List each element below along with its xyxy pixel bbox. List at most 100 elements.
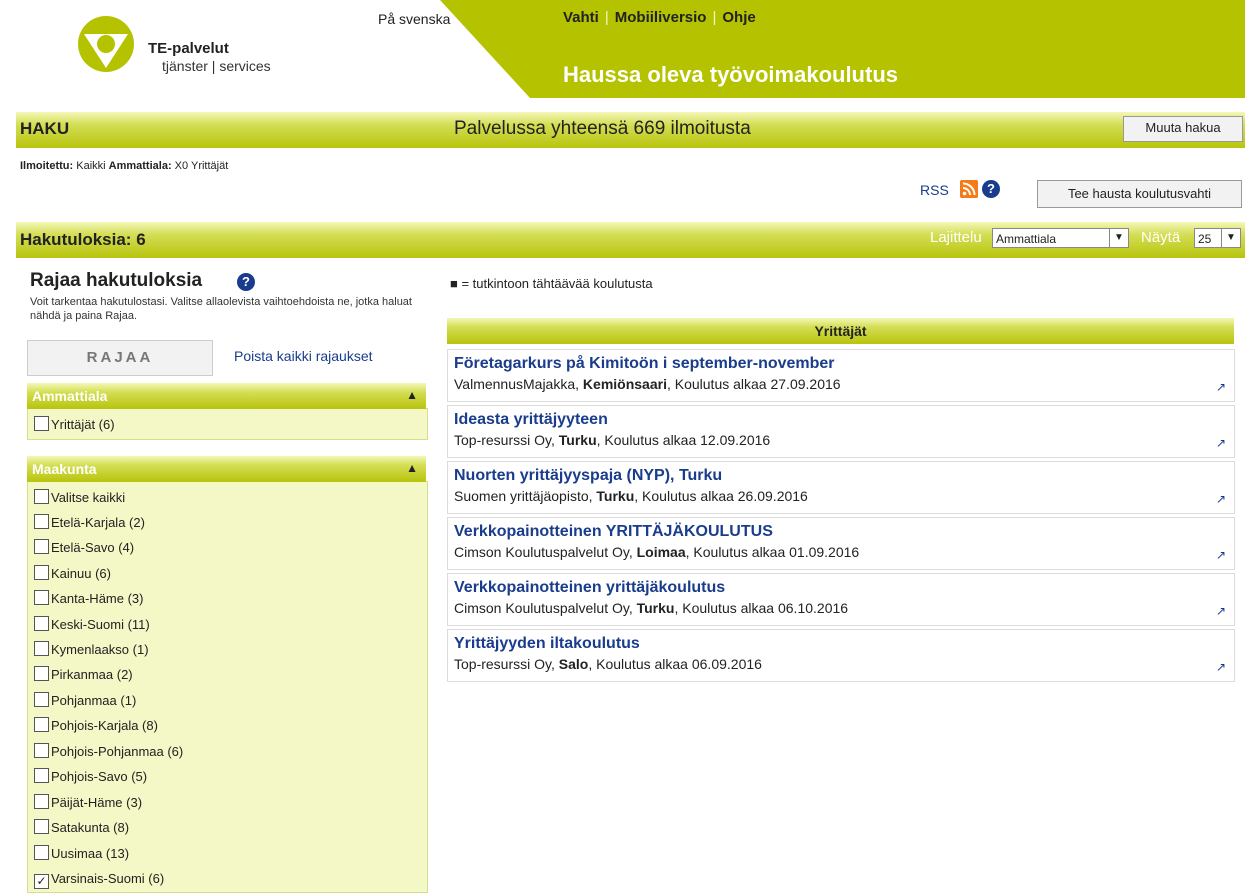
filter-option[interactable]: Valitse kaikki (34, 489, 125, 507)
checkbox[interactable] (34, 590, 49, 605)
result-title[interactable]: Företagarkurs på Kimitoön i september-no… (454, 355, 835, 373)
external-link-icon[interactable]: ↗ (1216, 492, 1226, 506)
sort-label: Lajittelu (930, 229, 982, 246)
filter-option[interactable]: Päijät-Häme (3) (34, 794, 142, 812)
result-start-date: , Koulutus alkaa 06.09.2016 (588, 656, 762, 672)
checkbox[interactable] (34, 819, 49, 834)
checkbox[interactable] (34, 666, 49, 681)
criteria-value-field: X0 Yrittäjät (174, 160, 229, 172)
clear-filters-link[interactable]: Poista kaikki rajaukset (234, 348, 373, 364)
result-item[interactable]: Verkkopainotteinen YRITTÄJÄKOULUTUS Cims… (447, 517, 1235, 570)
filter-option-label: Varsinais-Suomi (6) (51, 871, 165, 886)
filter-option[interactable]: Satakunta (8) (34, 819, 129, 837)
result-provider: ValmennusMajakka, (454, 376, 583, 392)
sort-select[interactable]: Ammattiala ▼ (992, 228, 1129, 248)
filter-option[interactable]: Pohjois-Savo (5) (34, 768, 147, 786)
checkbox[interactable] (34, 743, 49, 758)
external-link-icon[interactable]: ↗ (1216, 660, 1226, 674)
collapse-icon[interactable]: ▲ (406, 388, 418, 402)
external-link-icon[interactable]: ↗ (1216, 604, 1226, 618)
external-link-icon[interactable]: ↗ (1216, 548, 1226, 562)
filter-option[interactable]: Kainuu (6) (34, 565, 111, 583)
top-link-vahti[interactable]: Vahti (563, 9, 599, 26)
page-size-select[interactable]: 25 ▼ (1194, 228, 1241, 248)
filter-option[interactable]: Pirkanmaa (2) (34, 666, 133, 684)
filter-option[interactable]: Pohjois-Pohjanmaa (6) (34, 743, 183, 761)
checkbox[interactable] (34, 692, 49, 707)
apply-filter-button[interactable]: RAJAA (27, 340, 213, 376)
create-alert-button[interactable]: Tee hausta koulutusvahti (1037, 180, 1242, 208)
checkbox[interactable] (34, 489, 49, 504)
top-link-ohje[interactable]: Ohje (722, 9, 755, 26)
te-palvelut-logo-icon[interactable] (76, 14, 136, 74)
checkbox[interactable] (34, 616, 49, 631)
result-location: Kemiönsaari (582, 376, 667, 392)
page-size-label: Näytä (1141, 229, 1181, 246)
checkbox[interactable] (34, 416, 49, 431)
modify-search-button[interactable]: Muuta hakua (1123, 116, 1243, 142)
listing-count: Palvelussa yhteensä 669 ilmoitusta (454, 118, 751, 139)
language-link[interactable]: På svenska (378, 11, 450, 27)
result-item[interactable]: Företagarkurs på Kimitoön i september-no… (447, 349, 1235, 402)
filter-option-label: Kainuu (6) (51, 566, 111, 581)
result-title[interactable]: Nuorten yrittäjyyspaja (NYP), Turku (454, 467, 722, 485)
site-tagline: Haussa oleva työvoimakoulutus (563, 62, 898, 87)
result-title[interactable]: Verkkopainotteinen yrittäjäkoulutus (454, 579, 725, 597)
filter-option[interactable]: Yrittäjät (6) (34, 416, 115, 434)
result-item[interactable]: Yrittäjyyden iltakoulutus Top-resurssi O… (447, 629, 1235, 682)
result-location: Turku (596, 488, 635, 504)
external-link-icon[interactable]: ↗ (1216, 436, 1226, 450)
filter-help-icon[interactable]: ? (237, 273, 255, 291)
result-details: Cimson Koulutuspalvelut Oy, Turku, Koulu… (454, 600, 848, 616)
checkbox[interactable] (34, 565, 49, 580)
filter-option[interactable]: Etelä-Savo (4) (34, 539, 134, 557)
filter-title: Rajaa hakutuloksia (30, 270, 203, 291)
search-title: HAKU (20, 119, 70, 138)
result-start-date: , Koulutus alkaa 01.09.2016 (685, 544, 860, 560)
rss-help-icon[interactable]: ? (982, 180, 1000, 198)
search-criteria: Ilmoitettu: Kaikki Ammattiala: X0 Yrittä… (20, 160, 228, 172)
filter-option[interactable]: Keski-Suomi (11) (34, 616, 150, 634)
filter-option[interactable]: Etelä-Karjala (2) (34, 514, 145, 532)
result-title[interactable]: Verkkopainotteinen YRITTÄJÄKOULUTUS (454, 523, 773, 541)
filter-option-label: Pohjois-Savo (5) (51, 769, 148, 784)
top-link-mobiiliversio[interactable]: Mobiiliversio (615, 9, 707, 26)
results-count-title: Hakutuloksia: 6 (20, 230, 146, 249)
brand-name: TE-palvelut (148, 40, 229, 57)
result-item[interactable]: Verkkopainotteinen yrittäjäkoulutus Cims… (447, 573, 1235, 626)
filter-group-maakunta-header[interactable]: Maakunta ▲ (27, 456, 426, 482)
filter-option[interactable]: Pohjanmaa (1) (34, 692, 136, 710)
chevron-down-icon[interactable]: ▼ (1221, 229, 1240, 247)
result-title[interactable]: Yrittäjyyden iltakoulutus (454, 635, 640, 653)
filter-option[interactable]: Kymenlaakso (1) (34, 641, 149, 659)
page-size-value: 25 (1198, 232, 1212, 246)
checkbox[interactable] (34, 845, 49, 860)
top-nav-separator: | (604, 9, 609, 26)
checkbox[interactable] (34, 539, 49, 554)
filter-option-label: Päijät-Häme (3) (51, 795, 143, 810)
sort-select-value: Ammattiala (996, 232, 1057, 246)
rss-icon[interactable] (960, 180, 978, 198)
criteria-value-announced: Kaikki (76, 160, 106, 172)
checkbox[interactable] (34, 794, 49, 809)
checkbox[interactable] (34, 514, 49, 529)
filter-option[interactable]: Kanta-Häme (3) (34, 590, 143, 608)
filter-group-ammattiala-header[interactable]: Ammattiala ▲ (27, 383, 426, 409)
checkbox[interactable] (34, 641, 49, 656)
checkbox-checked[interactable]: ✓ (34, 874, 49, 889)
collapse-icon[interactable]: ▲ (406, 461, 418, 475)
filter-option-label: Uusimaa (13) (51, 846, 130, 861)
result-title[interactable]: Ideasta yrittäjyyteen (454, 411, 608, 429)
external-link-icon[interactable]: ↗ (1216, 380, 1226, 394)
result-item[interactable]: Nuorten yrittäjyyspaja (NYP), Turku Suom… (447, 461, 1235, 514)
checkbox[interactable] (34, 768, 49, 783)
checkbox[interactable] (34, 717, 49, 732)
filter-option[interactable]: Pohjois-Karjala (8) (34, 717, 158, 735)
filter-option[interactable]: Uusimaa (13) (34, 845, 129, 863)
chevron-down-icon[interactable]: ▼ (1109, 229, 1128, 247)
rss-link[interactable]: RSS (920, 182, 949, 198)
result-details: Top-resurssi Oy, Salo, Koulutus alkaa 06… (454, 656, 762, 672)
filter-option[interactable]: ✓ Varsinais-Suomi (6) (34, 870, 165, 889)
result-item[interactable]: Ideasta yrittäjyyteen Top-resurssi Oy, T… (447, 405, 1235, 458)
filter-option-label: Keski-Suomi (11) (51, 617, 150, 632)
